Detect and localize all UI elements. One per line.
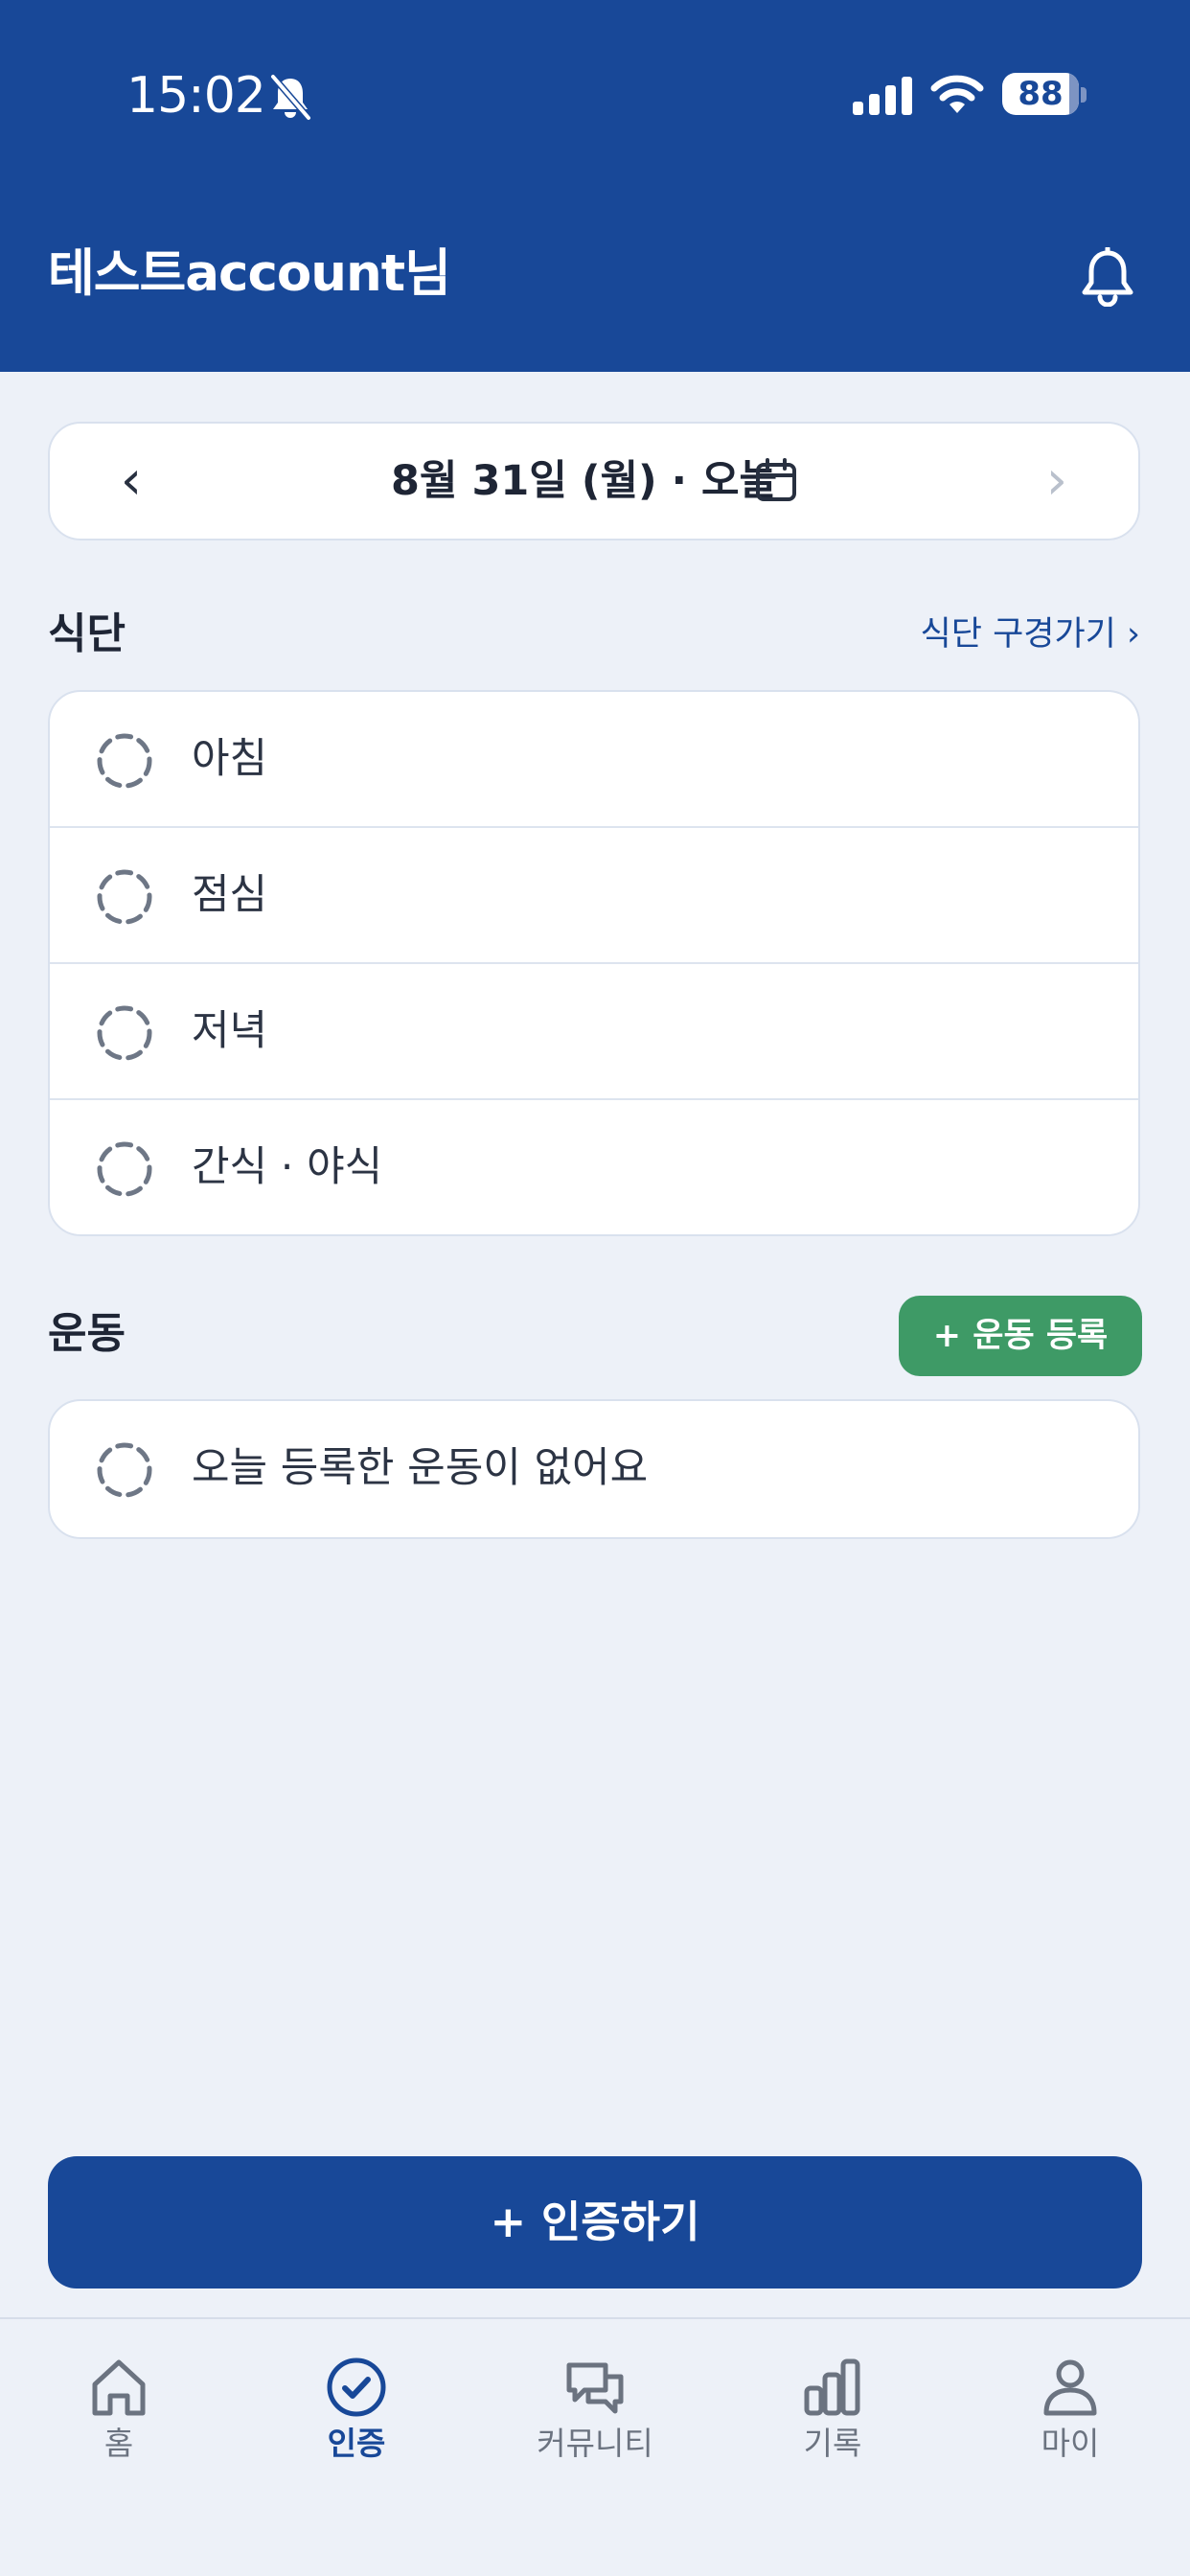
meals-section-title: 식단 bbox=[48, 610, 126, 658]
bell-icon[interactable] bbox=[1079, 247, 1136, 307]
bar-chart-icon bbox=[804, 2358, 860, 2416]
pending-dashed-circle-icon bbox=[97, 733, 152, 789]
home-icon bbox=[92, 2359, 146, 2416]
tab-home[interactable]: 홈 bbox=[23, 2356, 215, 2480]
meal-label: 아침 bbox=[192, 735, 268, 783]
meal-list: 아침 점심 저녁 간식 · 야식 bbox=[48, 690, 1140, 1236]
pending-dashed-circle-icon bbox=[97, 1005, 152, 1061]
tab-my[interactable]: 마이 bbox=[974, 2356, 1166, 2480]
next-day-button[interactable]: › bbox=[1033, 452, 1081, 510]
signal-icon bbox=[853, 77, 912, 115]
pending-dashed-circle-icon bbox=[97, 1141, 152, 1197]
person-icon bbox=[1043, 2359, 1097, 2416]
exercise-section-title: 운동 bbox=[48, 1309, 126, 1358]
tab-label: 마이 bbox=[1041, 2425, 1100, 2462]
tab-records[interactable]: 기록 bbox=[737, 2356, 928, 2480]
calendar-icon[interactable] bbox=[755, 458, 797, 502]
greeting-title: 테스트account님 bbox=[48, 244, 451, 303]
meal-row-lunch[interactable]: 점심 bbox=[50, 828, 1138, 964]
wifi-icon bbox=[930, 75, 984, 113]
browse-meals-link[interactable]: 식단 구경가기 › bbox=[921, 608, 1140, 661]
meal-row-snack[interactable]: 간식 · 야식 bbox=[50, 1100, 1138, 1234]
meal-label: 점심 bbox=[192, 871, 268, 919]
previous-day-button[interactable]: ‹ bbox=[107, 452, 155, 510]
exercise-empty-row: 오늘 등록한 운동이 없어요 bbox=[50, 1401, 1138, 1537]
meal-label: 저녁 bbox=[192, 1007, 268, 1055]
tab-label: 커뮤니티 bbox=[537, 2425, 653, 2462]
selected-date-label[interactable]: 8월 31일 (월) · 오늘 bbox=[391, 452, 777, 510]
battery-level: 88 bbox=[1018, 75, 1064, 113]
check-circle-icon bbox=[327, 2358, 386, 2417]
bottom-tab-bar: 홈 인증 커뮤니티 기록 마이 bbox=[0, 2317, 1190, 2576]
tab-certify[interactable]: 인증 bbox=[261, 2356, 452, 2480]
meal-label: 간식 · 야식 bbox=[192, 1143, 383, 1191]
tab-community[interactable]: 커뮤니티 bbox=[499, 2356, 691, 2480]
exercise-empty-text: 오늘 등록한 운동이 없어요 bbox=[192, 1444, 649, 1492]
app-header: 15:02 88 테스트account님 bbox=[0, 0, 1190, 372]
tab-label: 인증 bbox=[327, 2425, 386, 2462]
tab-label: 기록 bbox=[803, 2425, 862, 2462]
bell-slash-icon bbox=[270, 74, 311, 121]
meal-row-dinner[interactable]: 저녁 bbox=[50, 964, 1138, 1100]
pending-dashed-circle-icon bbox=[97, 1442, 152, 1498]
chat-bubbles-icon bbox=[566, 2362, 624, 2414]
battery-icon: 88 bbox=[1002, 73, 1087, 117]
exercise-list: 오늘 등록한 운동이 없어요 bbox=[48, 1399, 1140, 1539]
meal-row-breakfast[interactable]: 아침 bbox=[50, 692, 1138, 828]
tab-label: 홈 bbox=[103, 2425, 134, 2462]
pending-dashed-circle-icon bbox=[97, 869, 152, 925]
status-time: 15:02 bbox=[126, 67, 266, 125]
certify-button[interactable]: + 인증하기 bbox=[48, 2156, 1142, 2288]
add-exercise-button[interactable]: + 운동 등록 bbox=[899, 1296, 1142, 1376]
date-navigator: ‹ 8월 31일 (월) · 오늘 › bbox=[48, 422, 1140, 540]
